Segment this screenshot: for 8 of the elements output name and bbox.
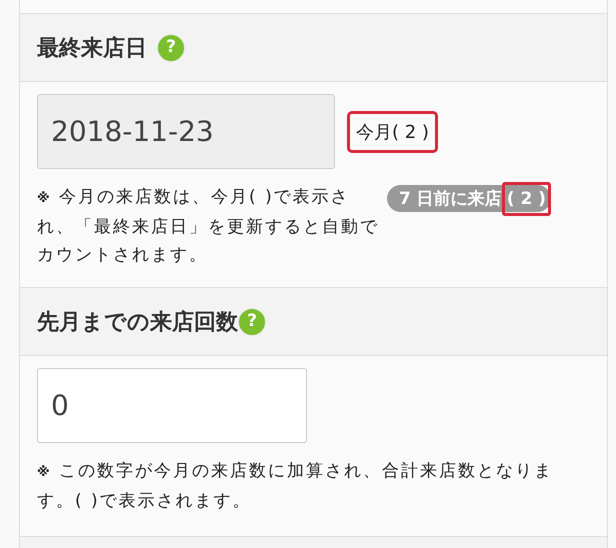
- section-title: 先月までの来店回数: [37, 308, 238, 336]
- note-text: ※ 今月の来店数は、今月( )で表示され、「最終来店日」を更新すると自動でカウントされます。: [37, 186, 380, 267]
- note-text: ※ この数字が今月の来店数に加算され、合計来店数となります。( )で表示されます。: [37, 460, 554, 513]
- number-field[interactable]: 0: [37, 368, 307, 443]
- section-title: 最終来店日: [37, 34, 147, 62]
- month-count: 今月( 2 ): [347, 110, 438, 152]
- badge-label: 7 日前に来店: [399, 188, 502, 210]
- badge-count: ( 2 ): [502, 182, 551, 216]
